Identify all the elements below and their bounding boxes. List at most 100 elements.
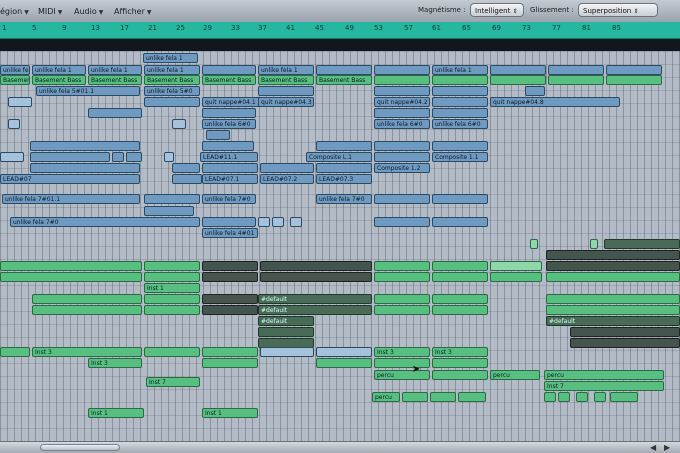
midi-region[interactable] bbox=[548, 65, 604, 75]
midi-region[interactable] bbox=[30, 152, 110, 162]
inst-region[interactable] bbox=[546, 272, 680, 282]
midi-region[interactable]: unlike fela 7#0 bbox=[10, 217, 200, 227]
inst-region[interactable] bbox=[0, 261, 142, 271]
midi-region[interactable]: LEAD#07.1 bbox=[202, 174, 258, 184]
inst-region[interactable] bbox=[144, 305, 200, 315]
inst-region[interactable] bbox=[490, 272, 542, 282]
inst-region[interactable] bbox=[202, 261, 258, 271]
percussion-region[interactable] bbox=[430, 392, 456, 402]
inst-region[interactable] bbox=[374, 305, 430, 315]
midi-region[interactable] bbox=[112, 152, 124, 162]
inst-region[interactable] bbox=[202, 347, 258, 357]
midi-menu[interactable]: MIDI ▼ bbox=[38, 5, 62, 18]
inst-region[interactable] bbox=[570, 338, 680, 348]
midi-region[interactable]: unlike fela 6#0 bbox=[374, 119, 430, 129]
arrange-area[interactable]: unlike fela 1 unlike fela 1 unlike fela … bbox=[0, 51, 680, 441]
midi-region[interactable] bbox=[144, 97, 200, 107]
inst-region[interactable]: #default bbox=[258, 294, 372, 304]
bass-region[interactable] bbox=[606, 75, 662, 85]
midi-region[interactable] bbox=[374, 86, 430, 96]
bass-region[interactable]: Basement Bass bbox=[144, 75, 200, 85]
inst-region[interactable] bbox=[432, 261, 488, 271]
inst-region[interactable] bbox=[32, 305, 142, 315]
midi-region[interactable] bbox=[432, 97, 488, 107]
midi-region[interactable] bbox=[525, 86, 545, 96]
percussion-region[interactable] bbox=[544, 392, 556, 402]
inst-region[interactable]: #default bbox=[258, 316, 314, 326]
midi-region[interactable]: unlike fela 6#0 bbox=[202, 119, 256, 129]
bass-region[interactable] bbox=[490, 75, 546, 85]
midi-region[interactable] bbox=[88, 108, 142, 118]
percussion-region[interactable]: percu bbox=[490, 370, 540, 380]
midi-region[interactable] bbox=[144, 206, 194, 216]
inst-region[interactable] bbox=[432, 358, 488, 368]
midi-region[interactable] bbox=[374, 217, 430, 227]
inst-region[interactable]: Inst 7 bbox=[146, 377, 200, 387]
midi-region[interactable]: LEAD#07.2 bbox=[260, 174, 314, 184]
midi-region[interactable]: unlike fela 1 bbox=[144, 65, 200, 75]
drag-popup[interactable]: Superposition ⇕ bbox=[578, 3, 658, 17]
inst-region[interactable]: Inst 1 bbox=[144, 283, 200, 293]
midi-region[interactable] bbox=[432, 141, 488, 151]
midi-region[interactable]: unlike fela 1 bbox=[258, 65, 314, 75]
bar-ruler[interactable]: 1 5 9 13 17 21 25 29 33 37 41 45 49 53 5… bbox=[0, 22, 680, 39]
midi-region[interactable]: LEAD#07 bbox=[0, 174, 140, 184]
inst-region[interactable] bbox=[0, 347, 30, 357]
midi-region[interactable] bbox=[432, 217, 488, 227]
midi-region[interactable] bbox=[374, 152, 430, 162]
inst-region[interactable] bbox=[260, 347, 314, 357]
midi-region[interactable]: quit nappe#04.8 bbox=[490, 97, 620, 107]
midi-region[interactable]: unlike fela 6#0 bbox=[432, 119, 488, 129]
midi-region[interactable] bbox=[202, 217, 256, 227]
inst-region[interactable]: Inst 1 bbox=[202, 408, 258, 418]
midi-region[interactable] bbox=[164, 152, 174, 162]
midi-region[interactable] bbox=[490, 65, 546, 75]
bass-region[interactable] bbox=[374, 75, 430, 85]
inst-region[interactable] bbox=[202, 305, 258, 315]
midi-region[interactable]: LEAD#07.3 bbox=[316, 174, 372, 184]
scroll-thumb[interactable] bbox=[40, 444, 120, 451]
inst-region[interactable] bbox=[260, 261, 372, 271]
inst-region[interactable] bbox=[374, 358, 430, 368]
bass-region[interactable]: Basement Bass bbox=[316, 75, 372, 85]
midi-region[interactable]: quit nappe#04.2 bbox=[374, 97, 430, 107]
inst-region[interactable]: Inst 3 bbox=[32, 347, 142, 357]
midi-region[interactable] bbox=[172, 163, 200, 173]
midi-region[interactable] bbox=[8, 97, 32, 107]
inst-region[interactable]: #default bbox=[546, 316, 680, 326]
midi-region[interactable] bbox=[172, 119, 186, 129]
midi-region[interactable] bbox=[432, 194, 488, 204]
midi-region[interactable]: unlike fela 7#01.1 bbox=[2, 194, 140, 204]
midi-region[interactable] bbox=[272, 217, 284, 227]
midi-region[interactable]: unlike fela 1 bbox=[32, 65, 86, 75]
midi-region[interactable] bbox=[258, 86, 314, 96]
midi-region[interactable] bbox=[258, 217, 270, 227]
inst-region[interactable] bbox=[432, 272, 488, 282]
inst-region[interactable] bbox=[546, 250, 680, 260]
inst-region[interactable] bbox=[546, 294, 680, 304]
inst-region[interactable] bbox=[144, 294, 200, 304]
midi-region[interactable] bbox=[30, 163, 140, 173]
snap-popup[interactable]: Intelligent ⇕ bbox=[470, 3, 524, 17]
percussion-region[interactable] bbox=[594, 392, 606, 402]
midi-region[interactable] bbox=[0, 152, 24, 162]
inst-region[interactable] bbox=[202, 358, 258, 368]
midi-region[interactable] bbox=[316, 141, 372, 151]
inst-region[interactable] bbox=[202, 294, 258, 304]
inst-region[interactable] bbox=[258, 327, 314, 337]
bass-region[interactable]: Basement Bass bbox=[258, 75, 314, 85]
midi-region[interactable]: quit nappe#04.3 bbox=[258, 97, 314, 107]
inst-region[interactable]: #default bbox=[258, 305, 372, 315]
inst-region[interactable]: Inst 7 bbox=[544, 381, 664, 391]
midi-region[interactable] bbox=[432, 108, 488, 118]
midi-region[interactable] bbox=[202, 141, 254, 151]
midi-region[interactable] bbox=[30, 141, 140, 151]
midi-region[interactable]: unlike fela 1 bbox=[143, 53, 198, 63]
inst-region[interactable] bbox=[374, 294, 430, 304]
inst-region[interactable] bbox=[374, 261, 430, 271]
percussion-region[interactable] bbox=[558, 392, 570, 402]
inst-region[interactable] bbox=[546, 305, 680, 315]
midi-region[interactable]: unlike fela 7#0 bbox=[316, 194, 372, 204]
midi-region[interactable] bbox=[374, 108, 430, 118]
percussion-region[interactable] bbox=[458, 392, 486, 402]
